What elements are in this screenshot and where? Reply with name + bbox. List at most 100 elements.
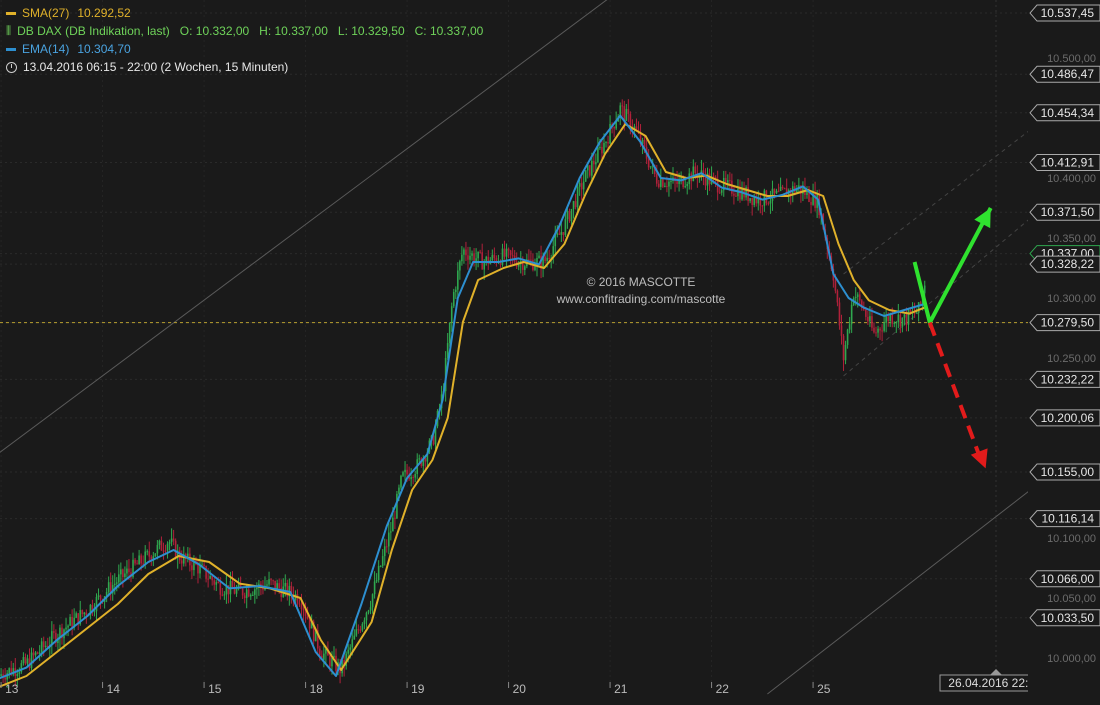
candle-body bbox=[381, 556, 384, 566]
price-label[interactable]: 10.200,06 bbox=[1029, 409, 1100, 427]
candle-body bbox=[753, 197, 756, 205]
candle-body bbox=[576, 186, 579, 208]
candle-body bbox=[38, 652, 41, 654]
candle-body bbox=[578, 183, 581, 187]
y-tick-label: 10.250,00 bbox=[1047, 353, 1096, 365]
chart-panel[interactable]: 13 14 15 18 19 20 21 22 25 26.04.2016 22:00 10.50… bbox=[0, 0, 1100, 700]
candle-body bbox=[136, 563, 138, 565]
price-label[interactable]: 10.537,45 bbox=[1029, 4, 1100, 22]
x-tick-label: 19 bbox=[411, 682, 425, 696]
price-label[interactable]: 10.371,50 bbox=[1029, 203, 1100, 221]
candle-body bbox=[122, 569, 124, 578]
sma-value: 10.292,52 bbox=[77, 6, 131, 20]
candle-body bbox=[388, 532, 390, 547]
candle-body bbox=[491, 254, 494, 261]
candle-body bbox=[207, 578, 209, 580]
price-label[interactable]: 10.232,22 bbox=[1029, 370, 1100, 388]
legend-ema[interactable]: EMA(14) 10.304,70 bbox=[6, 40, 493, 58]
candle-body bbox=[840, 325, 843, 336]
candle-body bbox=[42, 641, 45, 648]
x-tick-label: 25 bbox=[817, 682, 831, 696]
candle-body bbox=[733, 193, 735, 196]
candle-body bbox=[245, 589, 248, 599]
price-label[interactable]: 10.412,91 bbox=[1029, 154, 1100, 172]
candle-body bbox=[584, 170, 587, 182]
candle-body bbox=[670, 180, 672, 182]
x-tick-label: 20 bbox=[513, 682, 527, 696]
candle-body bbox=[8, 668, 10, 674]
candle bbox=[588, 165, 591, 178]
candle-body bbox=[613, 126, 615, 129]
chart-background bbox=[0, 0, 1100, 700]
x-cursor-text: 26.04.2016 22:00 bbox=[948, 676, 1042, 690]
candle-body bbox=[351, 639, 354, 648]
price-label[interactable]: 10.155,00 bbox=[1029, 463, 1100, 481]
candle-body bbox=[270, 579, 272, 581]
candle-body bbox=[919, 302, 922, 304]
price-label[interactable]: 10.033,50 bbox=[1029, 609, 1100, 627]
candle-body bbox=[901, 317, 904, 327]
candle-body bbox=[4, 677, 6, 680]
candle-body bbox=[369, 607, 372, 611]
candle-body bbox=[493, 254, 496, 258]
candle-body bbox=[118, 574, 120, 583]
price-chart[interactable]: 13 14 15 18 19 20 21 22 25 26.04.2016 22:00 10.50… bbox=[0, 0, 1100, 700]
price-label-text: 10.328,22 bbox=[1041, 257, 1095, 271]
candle-body bbox=[99, 595, 102, 600]
candle-body bbox=[44, 645, 47, 648]
candle-body bbox=[461, 254, 463, 262]
candle-body bbox=[591, 160, 593, 176]
price-label[interactable]: 10.328,22 bbox=[1029, 255, 1100, 273]
candle-body bbox=[124, 573, 126, 578]
candle-body bbox=[40, 641, 43, 653]
candle-body bbox=[418, 458, 421, 460]
candle-body bbox=[564, 219, 567, 235]
price-label[interactable]: 10.486,47 bbox=[1029, 65, 1100, 83]
y-tick-label: 10.000,00 bbox=[1047, 653, 1096, 665]
candle-body bbox=[556, 233, 559, 235]
candle-body bbox=[538, 255, 540, 259]
x-tick-label: 22 bbox=[716, 682, 730, 696]
legend-sma[interactable]: SMA(27) 10.292,52 bbox=[6, 4, 493, 22]
candle-body bbox=[718, 192, 721, 194]
candle-body bbox=[887, 316, 889, 321]
candle-body bbox=[361, 623, 364, 631]
candle-body bbox=[605, 142, 607, 144]
candle-body bbox=[846, 329, 849, 345]
candle-body bbox=[158, 540, 161, 545]
candle-body bbox=[400, 475, 402, 488]
candle-body bbox=[838, 302, 841, 326]
candle-body bbox=[377, 565, 380, 580]
legend-main-series[interactable]: ⫼ DB DAX (DB Indikation, last) O: 10.332… bbox=[6, 22, 493, 40]
price-label-text: 10.412,91 bbox=[1041, 156, 1095, 170]
candle-body bbox=[254, 589, 256, 595]
candle-body bbox=[694, 166, 697, 173]
candle-body bbox=[676, 181, 678, 184]
candle-body bbox=[712, 176, 715, 178]
candle-body bbox=[783, 188, 786, 190]
candles-icon: ⫼ bbox=[6, 25, 12, 37]
candle-body bbox=[603, 142, 605, 154]
price-label[interactable]: 10.116,14 bbox=[1029, 510, 1100, 528]
price-label[interactable]: 10.279,50 bbox=[1029, 314, 1100, 332]
candle-body bbox=[180, 560, 183, 564]
candle-body bbox=[867, 316, 869, 322]
candle-body bbox=[627, 108, 630, 114]
price-label[interactable]: 10.454,34 bbox=[1029, 104, 1100, 122]
price-label-text: 10.537,45 bbox=[1041, 6, 1095, 20]
price-label[interactable]: 10.066,00 bbox=[1029, 570, 1100, 588]
high-value: H: 10.337,00 bbox=[259, 24, 328, 38]
x-tick-label: 18 bbox=[310, 682, 324, 696]
candle-body bbox=[530, 259, 532, 261]
candle-body bbox=[647, 158, 650, 168]
candle-body bbox=[607, 142, 609, 144]
candle-body bbox=[879, 328, 881, 331]
candle-body bbox=[905, 314, 908, 325]
candle-body bbox=[655, 174, 658, 184]
candle-body bbox=[278, 583, 280, 588]
candle-body bbox=[481, 252, 483, 270]
y-tick-label: 10.100,00 bbox=[1047, 533, 1096, 545]
candle-body bbox=[574, 201, 577, 208]
candle-body bbox=[146, 551, 149, 553]
candle-body bbox=[404, 469, 406, 473]
